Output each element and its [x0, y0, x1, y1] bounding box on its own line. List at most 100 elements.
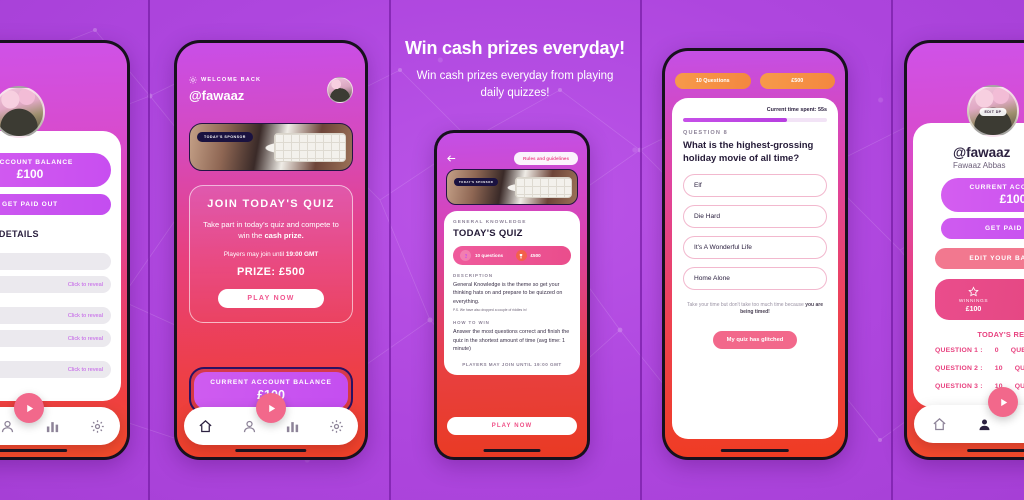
- answer-option[interactable]: Home Alone: [683, 266, 827, 290]
- avatar[interactable]: EDIT DP: [967, 85, 1019, 137]
- quiz-detail-header: Rules and guidelines: [446, 152, 578, 165]
- bar-chart-icon[interactable]: [45, 419, 60, 434]
- promo-block: Win cash prizes everyday! Win cash prize…: [392, 38, 638, 101]
- play-now-button[interactable]: PLAY NOW: [447, 417, 577, 435]
- result-row: QUESTION 2 : 10 QUES: [935, 365, 1024, 372]
- edit-bank-details-button[interactable]: EDIT YOUR BANK DE: [935, 248, 1024, 269]
- sponsor-image: TODAY'S SPONSOR: [446, 169, 578, 205]
- balance-amount: £100: [16, 167, 44, 181]
- meta-questions: 10 questions: [460, 250, 509, 261]
- results-title: TODAY'S RESULTS (: [977, 330, 1024, 339]
- stat-value: £100: [965, 306, 982, 313]
- answer-option[interactable]: It's A Wonderful Life: [683, 235, 827, 259]
- field-label: al Transfer: [0, 353, 111, 359]
- quiz-glitched-button[interactable]: My quiz has glitched: [712, 330, 798, 349]
- how-to-win-body: Answer the most questions correct and fi…: [453, 329, 570, 352]
- person-icon[interactable]: [977, 417, 992, 432]
- home-header: WELCOME BACK @fawaaz: [189, 76, 353, 103]
- current-balance-button[interactable]: CURRENT ACCOUNT B £100: [941, 178, 1024, 212]
- chip-questions: 10 Questions: [675, 73, 751, 89]
- user-handle: @fawaaz: [953, 145, 1011, 160]
- join-quiz-title: JOIN TODAY'S QUIZ: [207, 198, 335, 210]
- avatar-image: [0, 86, 45, 138]
- promo-headline: Win cash prizes everyday!: [405, 38, 625, 58]
- promo-subline: Win cash prizes everyday from playing da…: [416, 70, 614, 99]
- balance-amount: £100: [999, 192, 1024, 206]
- sponsor-bag-graphic: [274, 133, 346, 162]
- stats-panel: WINNINGS £100 WORLD RANK #2: [935, 279, 1024, 320]
- home-icon[interactable]: [198, 419, 213, 434]
- edit-dp-badge[interactable]: EDIT DP: [979, 107, 1007, 116]
- meta-questions-text: 10 questions: [475, 253, 504, 258]
- welcome-label: WELCOME BACK: [201, 77, 262, 83]
- profile-identity: @fawaaz Fawaaz Abbas: [923, 145, 1024, 170]
- question-icon: [460, 250, 471, 261]
- answer-list: Elf Die Hard It's A Wonderful Life Home …: [683, 173, 827, 290]
- panel-divider: [640, 0, 642, 500]
- panel-divider: [389, 0, 391, 500]
- home-icon[interactable]: [932, 417, 947, 432]
- panel-divider: [891, 0, 893, 500]
- reveal-link[interactable]: Click to reveal: [68, 336, 103, 342]
- reveal-link[interactable]: Click to reveal: [68, 282, 103, 288]
- stat-world-rank: WORLD RANK #2: [1010, 286, 1024, 313]
- sponsor-banner[interactable]: TODAY'S SPONSOR: [189, 123, 353, 171]
- description-ps: P.S. We have also dropped a couple of ri…: [453, 308, 527, 313]
- account-field[interactable]: Click to reveal: [0, 361, 111, 378]
- trophy-icon: [515, 250, 527, 261]
- sponsor-banner[interactable]: TODAY'S SPONSOR: [446, 169, 578, 205]
- join-quiz-card: JOIN TODAY'S QUIZ Take part in today's q…: [189, 185, 353, 323]
- account-field[interactable]: [0, 253, 111, 270]
- question-text: What is the highest-grossing holiday mov…: [683, 140, 814, 164]
- result-score: 10: [994, 365, 1003, 372]
- result-label: QUESTION 1 :: [935, 347, 983, 354]
- result-row: QUESTION 1 : 0 QUES: [935, 347, 1024, 354]
- current-balance-button[interactable]: T ACCOUNT BALANCE £100: [0, 153, 111, 187]
- stat-label: WINNINGS: [958, 299, 989, 304]
- gear-icon[interactable]: [90, 419, 105, 434]
- play-icon: [26, 404, 33, 412]
- account-field[interactable]: Click to reveal: [0, 307, 111, 324]
- home-indicator: [967, 449, 1024, 452]
- progress-bar-fill: [683, 118, 787, 122]
- play-fab-button[interactable]: [14, 393, 44, 423]
- answer-option[interactable]: Die Hard: [683, 204, 827, 228]
- play-fab-button[interactable]: [256, 393, 286, 423]
- home-indicator: [483, 449, 541, 452]
- how-to-win-heading: HOW TO WIN: [453, 320, 490, 326]
- play-fab-button[interactable]: [988, 387, 1018, 417]
- avatar[interactable]: [0, 86, 45, 138]
- sponsor-image: TODAY'S SPONSOR: [189, 123, 353, 171]
- person-icon[interactable]: [0, 419, 15, 434]
- phone-mockup-account-details: T ACCOUNT BALANCE £100 GET PAID OUT ACCO…: [0, 40, 130, 460]
- screen-profile: EDIT DP @fawaaz Fawaaz Abbas CURRENT ACC…: [907, 43, 1024, 457]
- question-number: QUESTION 8: [683, 130, 728, 136]
- account-field[interactable]: Click to reveal: [0, 276, 111, 293]
- join-quiz-subtitle: Take part in today's quiz and compete to…: [203, 220, 339, 240]
- arrow-left-icon[interactable]: [446, 153, 457, 164]
- account-field[interactable]: Click to reveal: [0, 330, 111, 347]
- field-label: ransfer: [0, 245, 111, 251]
- reveal-link[interactable]: Click to reveal: [68, 313, 103, 319]
- field-label: er: [0, 299, 111, 305]
- get-paid-out-button[interactable]: GET PAID OUT: [0, 194, 111, 215]
- rules-and-guidelines-button[interactable]: Rules and guidelines: [514, 152, 578, 165]
- answer-option[interactable]: Elf: [683, 173, 827, 197]
- join-deadline-note: PLAYERS MAY JOIN UNTIL 19:00 GMT: [462, 362, 562, 368]
- sponsor-tag: TODAY'S SPONSOR: [454, 178, 499, 186]
- phone-mockup-profile: EDIT DP @fawaaz Fawaaz Abbas CURRENT ACC…: [904, 40, 1024, 460]
- result-label: QUESTION 3 :: [935, 383, 983, 390]
- description-heading: DESCRIPTION: [453, 273, 493, 278]
- quiz-meta-bar: 10 questions £500: [453, 246, 571, 265]
- avatar[interactable]: [327, 76, 353, 103]
- get-paid-out-button[interactable]: GET PAID OUT: [941, 218, 1024, 239]
- bar-chart-icon[interactable]: [285, 419, 300, 434]
- progress-bar: [683, 118, 827, 122]
- person-icon[interactable]: [242, 419, 257, 434]
- gear-icon[interactable]: [329, 419, 344, 434]
- stat-value: #2: [1010, 306, 1024, 313]
- result-score: 0: [994, 347, 999, 354]
- reveal-link[interactable]: Click to reveal: [68, 367, 103, 373]
- quiz-chips: 10 Questions £500: [675, 73, 835, 89]
- play-now-button[interactable]: PLAY NOW: [218, 289, 324, 308]
